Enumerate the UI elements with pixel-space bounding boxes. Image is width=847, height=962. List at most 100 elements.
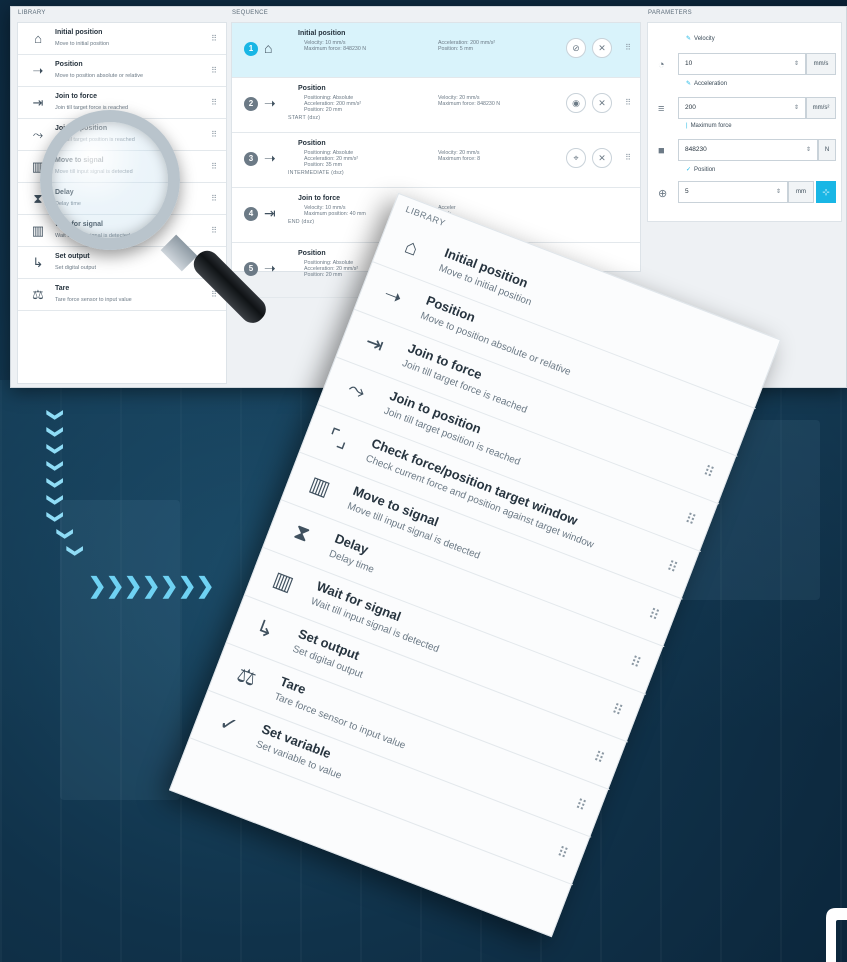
chevron-right-icon: ❯ — [106, 573, 125, 598]
step-number: 2 — [244, 97, 258, 111]
home-pin-icon: ⌂ — [34, 31, 42, 46]
sequence-step[interactable]: 1 ⌂ Initial position Velocity: 10 mm/s Maxim… — [232, 23, 640, 78]
position-value: 5 — [685, 188, 689, 195]
drag-handle-icon[interactable]: ⠿ — [625, 43, 631, 52]
traffic-light-icon: ▥ — [269, 567, 297, 597]
step-tag: START (dsz) — [288, 115, 321, 121]
scale-icon: ⚖ — [233, 663, 260, 692]
max-force-input[interactable]: 848230 ⇕ — [678, 139, 818, 161]
library-item[interactable]: ⚖ Tare Tare force sensor to input value ⠿ — [18, 279, 226, 311]
home-pin-icon: ⌂ — [401, 234, 422, 261]
step-type-icon: ➝ — [264, 95, 276, 111]
scale-icon: ⚖ — [32, 287, 44, 302]
remove-step-button[interactable]: ✕ — [592, 148, 612, 168]
library-item-subtitle: Move to initial position — [55, 41, 110, 47]
crosshair-icon: ⊕ — [658, 188, 668, 200]
chevron-down-icon: ❯ — [46, 476, 64, 490]
velocity-unit: mm/s — [806, 53, 836, 75]
visibility-off-icon[interactable]: ⊘ — [566, 38, 586, 58]
drag-handle-icon[interactable]: ⠿ — [646, 605, 659, 624]
drag-handle-icon[interactable]: ⠿ — [211, 194, 217, 203]
drag-handle-icon[interactable]: ⠿ — [211, 34, 217, 43]
step-param: Position: 20 mm — [304, 272, 342, 278]
magnifying-glass-icon — [40, 110, 180, 250]
chevron-down-icon: ❯ — [46, 408, 64, 422]
chevron-down-icon: ❯ — [46, 442, 64, 456]
check-icon: ✓ — [686, 167, 692, 173]
velocity-label-text: Velocity — [694, 36, 715, 42]
max-force-label-text: Maximum force — [690, 123, 732, 129]
drag-handle-icon[interactable]: ⠿ — [211, 162, 217, 171]
drag-handle-icon[interactable]: ⠿ — [591, 748, 605, 767]
chevron-right-icon: ❯ — [142, 573, 161, 598]
position-pin-icon: ➝ — [380, 282, 406, 311]
sequence-step[interactable]: 2 ➝ Position Positioning: Absolute Accelerat… — [232, 78, 640, 133]
max-force-unit: N — [818, 139, 836, 161]
tag-icon[interactable]: ⌖ — [566, 148, 586, 168]
traffic-light-icon: ▥ — [306, 472, 334, 501]
velocity-spinner-icon[interactable]: ⇕ — [794, 60, 799, 67]
acceleration-icon: ≡ — [658, 103, 665, 115]
position-spinner-icon[interactable]: ⇕ — [776, 188, 781, 195]
max-force-label: | Maximum force — [686, 123, 732, 129]
bar-icon: | — [686, 123, 688, 129]
gauge-icon: ◔ — [658, 59, 665, 71]
edit-icon: ✎ — [686, 36, 692, 42]
velocity-value: 10 — [685, 60, 693, 67]
library-item[interactable]: ⌂ Initial position Move to initial positio… — [18, 23, 226, 55]
position-input[interactable]: 5 ⇕ — [678, 181, 788, 203]
drag-handle-icon[interactable]: ⠿ — [625, 98, 631, 107]
drag-handle-icon[interactable]: ⠿ — [573, 796, 586, 815]
chevron-right-icon: ❯ — [124, 573, 143, 598]
drag-handle-icon[interactable]: ⠿ — [625, 153, 631, 162]
step-type-icon: ⌂ — [264, 40, 273, 56]
remove-step-button[interactable]: ✕ — [592, 38, 612, 58]
set-variable-icon: ✓ — [216, 710, 241, 739]
drag-handle-icon[interactable]: ⠿ — [664, 558, 678, 577]
acceleration-spinner-icon[interactable]: ⇕ — [794, 104, 799, 111]
library-item-subtitle: Tare force sensor to input value — [55, 297, 132, 303]
velocity-input[interactable]: 10 ⇕ — [678, 53, 806, 75]
drag-handle-icon[interactable]: ⠿ — [628, 653, 641, 672]
drag-handle-icon[interactable]: ⠿ — [211, 98, 217, 107]
acceleration-label-text: Acceleration — [694, 81, 728, 87]
library-column-title: LIBRARY — [18, 10, 46, 16]
step-type-icon: ➝ — [264, 260, 276, 276]
acceleration-input[interactable]: 200 ⇕ — [678, 97, 806, 119]
acceleration-value: 200 — [685, 104, 696, 111]
library-item[interactable]: ➝ Position Move to position absolute or re… — [18, 55, 226, 87]
library-item-title: Join to force — [55, 93, 98, 100]
drag-handle-icon[interactable]: ⠿ — [683, 510, 696, 529]
library-item-title: Tare — [55, 285, 70, 292]
drag-handle-icon[interactable]: ⠿ — [555, 843, 568, 862]
chevron-down-icon: ❯ — [46, 425, 64, 439]
visibility-icon[interactable]: ◉ — [566, 93, 586, 113]
drag-handle-icon[interactable]: ⠿ — [211, 226, 217, 235]
drag-handle-icon[interactable]: ⠿ — [211, 66, 217, 75]
target-button[interactable]: ⊹ — [816, 181, 836, 203]
step-title: Initial position — [298, 30, 346, 37]
position-label-text: Position — [694, 167, 716, 173]
edit-icon: ✎ — [686, 81, 692, 87]
max-force-spinner-icon[interactable]: ⇕ — [806, 146, 811, 153]
step-param: Maximum force: 848230 N — [438, 101, 501, 107]
acceleration-unit: mm/s² — [806, 97, 836, 119]
brand-logo — [826, 908, 847, 962]
step-param: Position: 5 mm — [438, 46, 474, 52]
position-pin-icon: ➝ — [32, 63, 44, 78]
sequence-step[interactable]: 3 ➝ Position Positioning: Absolute Accelerat… — [232, 133, 640, 188]
output-icon: ↳ — [32, 255, 44, 270]
step-number: 5 — [244, 262, 258, 276]
chevron-down-icon: ❯ — [46, 510, 64, 524]
parameters-panel: ✎ Velocity ◔ 10 ⇕ mm/s ✎ Acceleration ≡ 20… — [647, 22, 842, 222]
drag-handle-icon[interactable]: ⠿ — [211, 130, 217, 139]
remove-step-button[interactable]: ✕ — [592, 93, 612, 113]
library-item-title: Position — [55, 61, 83, 68]
drag-handle-icon[interactable]: ⠿ — [701, 462, 714, 481]
acceleration-label: ✎ Acceleration — [686, 80, 727, 87]
drag-handle-icon[interactable]: ⠿ — [609, 700, 623, 719]
library-item-title: Initial position — [55, 29, 103, 36]
join-force-icon: ⇥ — [32, 95, 44, 110]
step-type-icon: ➝ — [264, 150, 276, 166]
hourglass-icon: ⧗ — [290, 519, 313, 547]
